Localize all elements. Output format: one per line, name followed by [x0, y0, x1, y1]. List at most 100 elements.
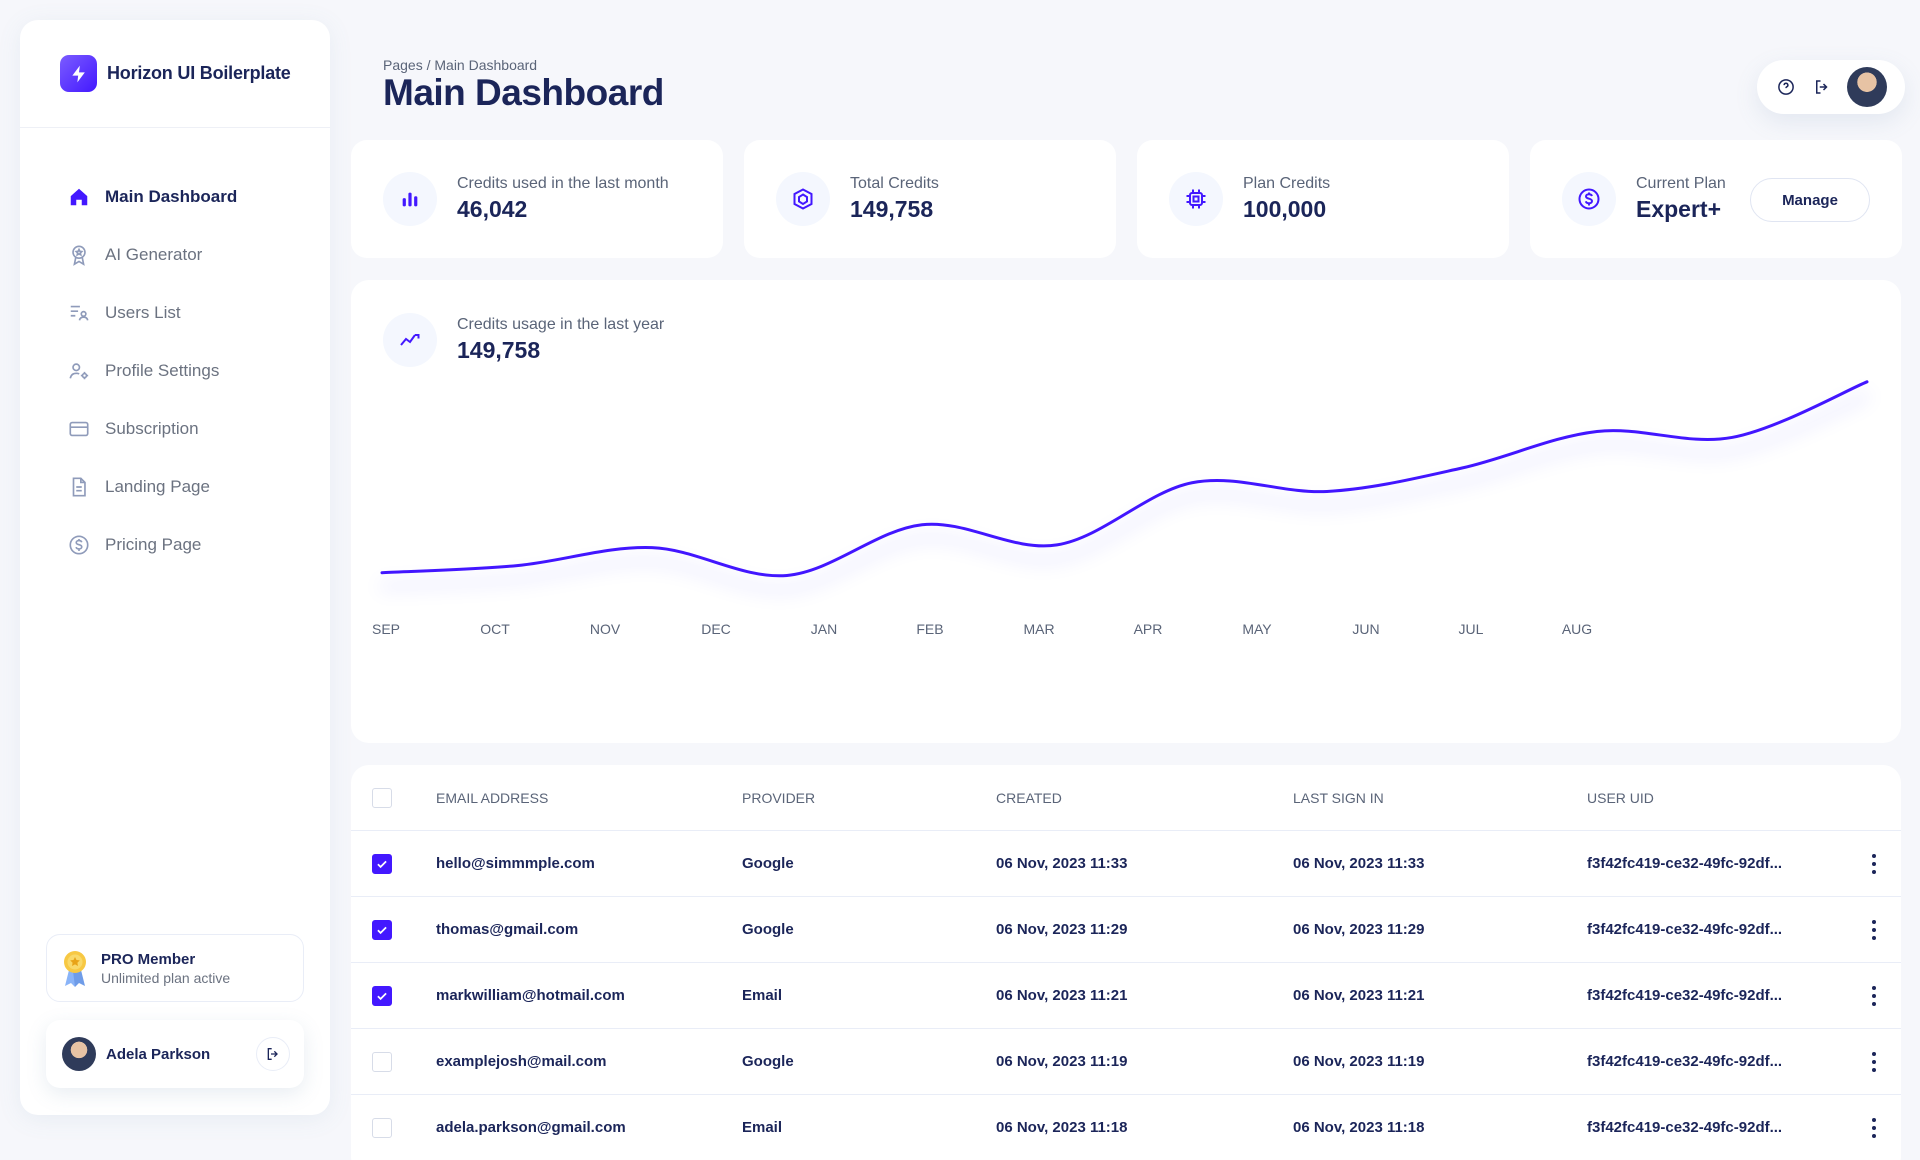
- credit-card-icon: [67, 417, 91, 441]
- x-tick-label: JUN: [1352, 621, 1379, 637]
- check-icon: [377, 992, 387, 1000]
- chip-icon: [1169, 172, 1223, 226]
- row-checkbox[interactable]: [372, 919, 392, 940]
- logout-icon[interactable]: [1811, 76, 1833, 98]
- cell-email: markwilliam@hotmail.com: [436, 987, 625, 1004]
- user-name: Adela Parkson: [106, 1045, 211, 1063]
- pro-subtitle: Unlimited plan active: [101, 969, 231, 986]
- more-vertical-icon[interactable]: [1872, 853, 1876, 874]
- award-icon: [67, 243, 91, 267]
- stat-label: Credits used in the last month: [457, 175, 669, 192]
- brand[interactable]: Horizon UI Boilerplate: [20, 20, 330, 128]
- cell-created: 06 Nov, 2023 11:33: [996, 855, 1128, 872]
- table-row[interactable]: thomas@gmail.com Google 06 Nov, 2023 11:29…: [351, 897, 1901, 963]
- sidebar-item-profile-settings[interactable]: Profile Settings: [20, 342, 330, 400]
- table-row[interactable]: markwilliam@hotmail.com Email 06 Nov, 2023…: [351, 963, 1901, 1029]
- cell-last-sign-in: 06 Nov, 2023 11:18: [1293, 1119, 1425, 1136]
- cell-provider: Email: [742, 1119, 783, 1136]
- cell-last-sign-in: 06 Nov, 2023 11:21: [1293, 987, 1425, 1004]
- sidebar-item-users-list[interactable]: Users List: [20, 284, 330, 342]
- x-tick-label: DEC: [701, 621, 731, 637]
- stat-label: Plan Credits: [1243, 175, 1331, 192]
- stat-value: 46,042: [457, 196, 528, 222]
- table-header: EMAIL ADDRESS PROVIDER CREATED LAST SIGN…: [351, 765, 1901, 831]
- stat-label: Total Credits: [850, 175, 939, 192]
- row-checkbox[interactable]: [372, 853, 392, 874]
- table-row[interactable]: adela.parkson@gmail.com Email 06 Nov, 2023…: [351, 1095, 1901, 1160]
- x-tick-label: AUG: [1562, 621, 1592, 637]
- sidebar-item-main-dashboard[interactable]: Main Dashboard: [20, 168, 330, 226]
- cell-user-uid: f3f42fc419-ce32-49fc-92df...: [1587, 1053, 1783, 1070]
- row-checkbox[interactable]: [372, 1117, 392, 1138]
- more-vertical-icon[interactable]: [1872, 1051, 1876, 1072]
- x-tick-label: OCT: [480, 621, 510, 637]
- more-vertical-icon[interactable]: [1872, 985, 1876, 1006]
- breadcrumb[interactable]: Pages / Main Dashboard: [383, 57, 537, 73]
- stat-card-credits-last-month: Credits used in the last month 46,042: [351, 140, 723, 258]
- x-tick-label: MAY: [1242, 621, 1272, 637]
- dollar-circle-icon: [67, 533, 91, 557]
- lightning-icon: [60, 55, 97, 92]
- cell-email: thomas@gmail.com: [436, 921, 579, 938]
- avatar[interactable]: [1847, 67, 1887, 107]
- sidebar-item-ai-generator[interactable]: AI Generator: [20, 226, 330, 284]
- column-header-last-sign-in[interactable]: LAST SIGN IN: [1293, 790, 1587, 806]
- sidebar-item-subscription[interactable]: Subscription: [20, 400, 330, 458]
- users-table: EMAIL ADDRESS PROVIDER CREATED LAST SIGN…: [351, 765, 1901, 1160]
- page-title: Main Dashboard: [383, 72, 664, 113]
- cell-last-sign-in: 06 Nov, 2023 11:29: [1293, 921, 1425, 938]
- stat-label: Current Plan: [1636, 175, 1726, 192]
- sidebar-item-label: Users List: [105, 303, 181, 322]
- cell-email: adela.parkson@gmail.com: [436, 1119, 626, 1136]
- column-header-email[interactable]: EMAIL ADDRESS: [436, 790, 742, 806]
- column-header-user-uid[interactable]: USER UID: [1587, 790, 1847, 806]
- stat-card-total-credits: Total Credits 149,758: [744, 140, 1116, 258]
- stat-value: Expert+: [1636, 196, 1722, 222]
- sidebar-item-landing-page[interactable]: Landing Page: [20, 458, 330, 516]
- sidebar-item-label: Landing Page: [105, 477, 210, 496]
- logout-button[interactable]: [256, 1037, 290, 1071]
- top-right-toolbar: [1757, 60, 1905, 114]
- sidebar-item-pricing-page[interactable]: Pricing Page: [20, 516, 330, 574]
- sidebar-nav: Main Dashboard AI Generator Users List P…: [20, 128, 330, 574]
- select-all-checkbox[interactable]: [372, 787, 392, 808]
- users-list-icon: [67, 301, 91, 325]
- x-tick-label: MAR: [1023, 621, 1054, 637]
- avatar[interactable]: [62, 1037, 96, 1071]
- cell-email: hello@simmmple.com: [436, 855, 595, 872]
- sidebar-item-label: Profile Settings: [105, 361, 220, 380]
- cell-last-sign-in: 06 Nov, 2023 11:33: [1293, 855, 1425, 872]
- more-vertical-icon[interactable]: [1872, 919, 1876, 940]
- sidebar-item-label: Pricing Page: [105, 535, 202, 554]
- pro-member-card: PRO Member Unlimited plan active: [46, 934, 304, 1002]
- column-header-provider[interactable]: PROVIDER: [742, 790, 996, 806]
- cell-user-uid: f3f42fc419-ce32-49fc-92df...: [1587, 855, 1783, 872]
- sidebar-item-label: AI Generator: [105, 245, 203, 264]
- stat-card-plan-credits: Plan Credits 100,000: [1137, 140, 1509, 258]
- cell-created: 06 Nov, 2023 11:21: [996, 987, 1128, 1004]
- table-row[interactable]: examplejosh@mail.com Google 06 Nov, 2023 1…: [351, 1029, 1901, 1095]
- table-body: hello@simmmple.com Google 06 Nov, 2023 11:…: [351, 831, 1901, 1160]
- x-tick-label: SEP: [372, 621, 400, 637]
- stat-value: 100,000: [1243, 196, 1327, 222]
- dollar-circle-icon: [1562, 172, 1616, 226]
- cell-user-uid: f3f42fc419-ce32-49fc-92df...: [1587, 1119, 1783, 1136]
- chart-value: 149,758: [457, 337, 541, 363]
- cell-last-sign-in: 06 Nov, 2023 11:19: [1293, 1053, 1425, 1070]
- table-row[interactable]: hello@simmmple.com Google 06 Nov, 2023 11:…: [351, 831, 1901, 897]
- cell-created: 06 Nov, 2023 11:19: [996, 1053, 1128, 1070]
- check-icon: [377, 926, 387, 934]
- row-checkbox[interactable]: [372, 1051, 392, 1072]
- help-icon[interactable]: [1775, 76, 1797, 98]
- manage-button[interactable]: Manage: [1750, 178, 1870, 222]
- chart-header: Credits usage in the last year 149,758: [383, 313, 664, 367]
- series-line: [380, 380, 1869, 578]
- cube-icon: [776, 172, 830, 226]
- cell-provider: Google: [742, 921, 794, 938]
- cell-provider: Google: [742, 855, 794, 872]
- cell-email: examplejosh@mail.com: [436, 1053, 607, 1070]
- row-checkbox[interactable]: [372, 985, 392, 1006]
- more-vertical-icon[interactable]: [1872, 1117, 1876, 1138]
- column-header-created[interactable]: CREATED: [996, 790, 1293, 806]
- sidebar-item-label: Subscription: [105, 419, 199, 438]
